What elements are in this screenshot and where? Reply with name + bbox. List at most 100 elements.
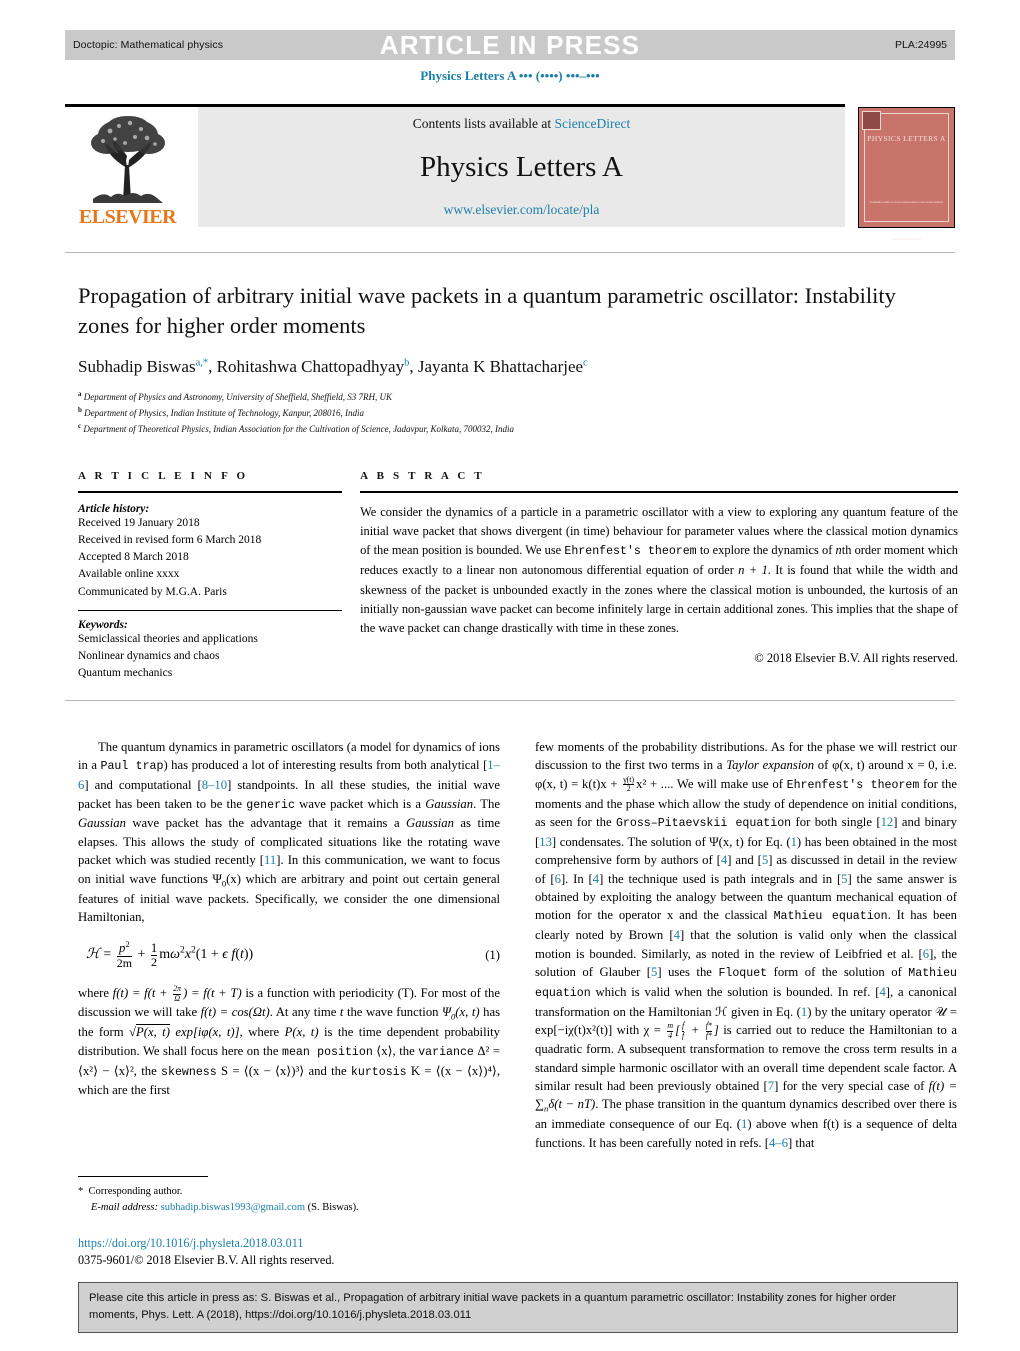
history-item: Communicated by M.G.A. Paris — [78, 585, 227, 598]
journal-masthead: ELSEVIER Contents lists available at Sci… — [65, 107, 845, 227]
history-item: Available online xxxx — [78, 568, 180, 581]
p2-seg-d: the wave function — [343, 1005, 443, 1020]
corresponding-author-text: Corresponding author. — [88, 1186, 183, 1197]
p2-math-P: P(x, t) — [284, 1025, 319, 1040]
equation-1: ℋ = p2 2m + 1 2 mω2x2(1 + ϵ f(t)) (1) — [78, 940, 500, 970]
p3-seg-k: ]. In [ — [560, 871, 593, 886]
elsevier-wordmark: ELSEVIER — [78, 206, 177, 228]
journal-panel: Contents lists available at ScienceDirec… — [198, 107, 845, 227]
affiliation-item: b Department of Physics, Indian Institut… — [78, 405, 923, 421]
keyword-item: Nonlinear dynamics and chaos — [78, 650, 220, 663]
body-column-left: The quantum dynamics in parametric oscil… — [78, 738, 500, 1152]
p3-seg-g: ] condensates. The solution of Ψ(x, t) f… — [551, 834, 791, 849]
p3-seg-w: ] for the very special case of — [774, 1078, 929, 1093]
affiliation-text: Department of Physics and Astronomy, Uni… — [83, 392, 392, 403]
mono-gross-pitaevskii: Gross–Pitaevskii equation — [615, 817, 792, 831]
email-address-label: E-mail address: — [91, 1201, 158, 1213]
footnote-area: * Corresponding author. E-mail address: … — [78, 1176, 503, 1216]
p3-seg-i: ] and [ — [727, 853, 762, 868]
italic-gaussian: Gaussian — [406, 816, 454, 831]
italic-taylor-expansion: Taylor expansion — [726, 758, 815, 773]
article-history-label: Article history: — [78, 502, 150, 515]
mono-mathieu-equation: Mathieu equation — [773, 910, 888, 924]
elsevier-tree-icon — [84, 113, 171, 205]
equation-1-math: ℋ = p2 2m + 1 2 mω2x2(1 + ϵ f(t)) — [86, 939, 254, 971]
elsevier-logo: ELSEVIER — [65, 107, 190, 227]
affiliation-mark: c — [78, 422, 82, 431]
abstract-copyright: © 2018 Elsevier B.V. All rights reserved… — [754, 650, 958, 665]
abstract-part-2: to explore the dynamics of — [696, 543, 836, 558]
cover-bottom-strip: An International Journal — [891, 237, 922, 241]
p2-math-sqrt: √P(x, t) exp[iφ(x, t)] — [129, 1024, 240, 1040]
mono-variance: variance — [418, 1045, 474, 1059]
abstract-mono-ehrenfest: Ehrenfest's theorem — [564, 545, 697, 559]
author-name: Jayanta K Bhattacharjee — [417, 357, 584, 377]
doi-link[interactable]: https://doi.org/10.1016/j.physleta.2018.… — [78, 1236, 518, 1251]
body-column-right: few moments of the probability distribut… — [535, 738, 957, 1152]
abstract-heading: A B S T R A C T — [360, 470, 485, 482]
mono-mean-position: mean position — [282, 1045, 373, 1059]
mono-ehrenfest: Ehrenfest's theorem — [786, 778, 920, 792]
author-list: Subhadip Biswasa,*, Rohitashwa Chattopad… — [78, 357, 588, 377]
footnote-rule — [78, 1176, 208, 1177]
article-info-column: A R T I C L E I N F O Article history: R… — [78, 470, 343, 683]
chi-definition-math: m 4[ḟ f + ḟ* f*] — [667, 1021, 719, 1040]
email-owner: (S. Biswas). — [307, 1201, 359, 1213]
author-affil-mark[interactable]: a,* — [196, 358, 209, 369]
history-item: Accepted 8 March 2018 — [78, 551, 189, 564]
gamma-over-two-fraction: γ(t) 2 — [623, 774, 635, 794]
citation-ref[interactable]: 4–6 — [769, 1136, 788, 1150]
p2-seg-a: where — [78, 986, 113, 1001]
author-affil-mark[interactable]: c — [583, 358, 588, 369]
doi-block: https://doi.org/10.1016/j.physleta.2018.… — [78, 1236, 518, 1269]
issn-copyright-line: 0375-9601/© 2018 Elsevier B.V. All right… — [78, 1253, 335, 1267]
history-item: Received in revised form 6 March 2018 — [78, 533, 262, 546]
p3-seg-r: form of the solution of — [767, 965, 909, 980]
p3-seg-z: ] that — [787, 1135, 815, 1150]
p1-seg-f: . The — [473, 796, 501, 811]
citation-ref[interactable]: 8–10 — [202, 778, 227, 792]
body-paragraph-3: few moments of the probability distribut… — [535, 738, 957, 1152]
please-cite-box: Please cite this article in press as: S.… — [78, 1282, 958, 1334]
sciencedirect-link[interactable]: ScienceDirect — [555, 116, 631, 131]
footnote-star-mark: * — [78, 1186, 84, 1197]
title-block: Propagation of arbitrary initial wave pa… — [78, 281, 923, 437]
p2-seg-c: . At any time — [269, 1005, 340, 1020]
keywords-label: Keywords: — [78, 618, 128, 631]
italic-gaussian: Gaussian — [425, 796, 474, 811]
abstract-body: We consider the dynamics of a particle i… — [360, 503, 958, 639]
affiliation-list: a Department of Physics and Astronomy, U… — [78, 389, 923, 437]
running-head: Physics Letters A ••• (••••) •••–••• — [420, 68, 600, 83]
affiliation-item: c Department of Theoretical Physics, Ind… — [78, 421, 923, 437]
italic-gaussian: Gaussian — [78, 816, 126, 831]
p1-seg-c: ] and computational [ — [84, 778, 202, 793]
author-name: Rohitashwa Chattopadhyay — [216, 357, 405, 377]
mono-generic: generic — [246, 798, 295, 812]
author-name: Subhadip Biswas — [78, 357, 196, 377]
info-abstract-region: A R T I C L E I N F O Article history: R… — [78, 470, 958, 683]
journal-url-link[interactable]: www.elsevier.com/locate/pla — [444, 202, 600, 218]
citation-ref[interactable]: 11 — [264, 853, 276, 867]
article-in-press-title: ARTICLE IN PRESS — [379, 30, 641, 60]
please-cite-text: Please cite this article in press as: S.… — [89, 1292, 897, 1322]
affiliation-item: a Department of Physics and Astronomy, U… — [78, 389, 923, 405]
equation-1-number: (1) — [485, 947, 500, 962]
affiliation-mark: b — [78, 406, 82, 415]
author-affil-mark[interactable]: b — [404, 358, 409, 369]
corresponding-author-line: * Corresponding author. — [78, 1184, 503, 1200]
citation-ref[interactable]: 12 — [881, 815, 894, 829]
info-rule-mid — [78, 609, 343, 611]
article-in-press-band: Doctopic: Mathematical physics ARTICLE I… — [65, 30, 955, 60]
affiliation-text: Department of Theoretical Physics, India… — [83, 424, 515, 435]
p1-seg-b: ) has produced a lot of interesting resu… — [163, 758, 488, 773]
abstract-column: A B S T R A C T We consider the dynamics… — [360, 470, 958, 683]
email-link[interactable]: subhadip.biswas1993@gmail.com — [161, 1202, 305, 1213]
citation-ref[interactable]: 13 — [539, 835, 552, 849]
affiliation-text: Department of Physics, Indian Institute … — [84, 408, 365, 419]
cover-title: PHYSICS LETTERS A — [867, 134, 946, 143]
p3-seg-s: which is valid when the solution is boun… — [590, 984, 880, 999]
p2-math-psi: Ψ0(x, t) — [442, 1005, 480, 1022]
contents-prefix: Contents lists available at — [412, 116, 555, 131]
info-rule-top — [78, 491, 343, 493]
masthead-bottom-separator — [65, 252, 955, 253]
